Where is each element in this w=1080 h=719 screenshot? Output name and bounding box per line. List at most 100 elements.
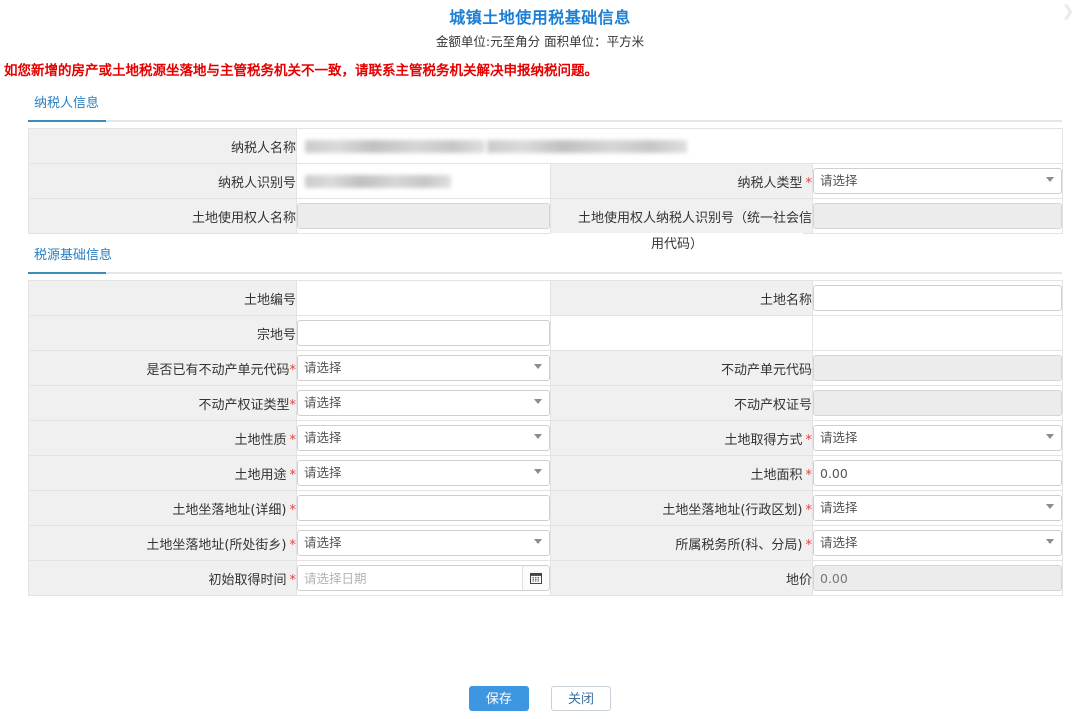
label-text: 不动产单元代码 (721, 363, 812, 378)
label-text: 土地编号 (244, 293, 296, 308)
label-text: 土地名称 (760, 293, 812, 308)
table-row: 初始取得时间* 地价 (29, 561, 1063, 596)
table-row: 不动产权证类型*请选择 不动产权证号 (29, 386, 1063, 421)
label-taxpayer-name: 纳税人名称 (29, 129, 297, 164)
label-地价: 地价 (551, 561, 813, 596)
label-不动产权证类型: 不动产权证类型* (29, 386, 297, 421)
label-text: 土地使用权人名称 (192, 211, 296, 226)
table-row: 土地编号 土地名称 (29, 281, 1063, 316)
taxpayer-info-table: 纳税人名称 纳税人识别号 纳税人类型* 请选择 (28, 128, 1063, 234)
required-asterisk: * (803, 538, 813, 553)
cell-不动产单元代码 (813, 351, 1063, 386)
table-row: 土地坐落地址(所处街乡)*请选择所属税务所(科、分局)*请选择 (29, 526, 1063, 561)
label-土地用途: 土地用途* (29, 456, 297, 491)
required-asterisk: * (287, 503, 297, 518)
select-土地用途[interactable]: 请选择 (297, 460, 550, 486)
tab-underline (28, 272, 1062, 274)
table-row: 土地用途*请选择土地面积* (29, 456, 1063, 491)
cell-宗地号 (297, 316, 551, 351)
select-土地取得方式[interactable]: 请选择 (813, 425, 1062, 451)
input-地价 (813, 565, 1062, 591)
input-初始取得时间[interactable] (297, 565, 522, 591)
label-land-user-tin: 土地使用权人纳税人识别号（统一社会信 用代码） (551, 199, 813, 234)
label-text: 土地使用权人纳税人识别号（统一社会信 (578, 211, 812, 226)
footer-actions: 保存 关闭 (0, 686, 1080, 711)
required-asterisk: * (290, 363, 297, 378)
label-土地坐落地址行政区划: 土地坐落地址(行政区划)* (551, 491, 813, 526)
source-info-table: 土地编号土地名称宗地号是否已有不动产单元代码*请选择不动产单元代码不动产权证类型… (28, 280, 1063, 596)
label-土地编号: 土地编号 (29, 281, 297, 316)
value-taxpayer-id (297, 164, 551, 199)
value-taxpayer-name (297, 129, 1063, 164)
label-land-user-name: 土地使用权人名称 (29, 199, 297, 234)
cell-land-user-name (297, 199, 551, 234)
label-不动产单元代码: 不动产单元代码 (551, 351, 813, 386)
required-asterisk: * (287, 433, 297, 448)
label-text: 土地取得方式 (724, 433, 802, 448)
select-taxpayer-type[interactable]: 请选择 (813, 168, 1062, 194)
cell-初始取得时间 (297, 561, 551, 596)
label-text: 初始取得时间 (208, 573, 286, 588)
page-header: 城镇土地使用税基础信息 金额单位:元至角分 面积单位：平方米 (0, 0, 1080, 52)
tab-source-info[interactable]: 税源基础信息 (28, 246, 122, 270)
tab-underline-active (28, 120, 106, 122)
required-asterisk: * (287, 573, 297, 588)
label-text: 土地性质 (234, 433, 286, 448)
calendar-glyph (530, 572, 542, 584)
label-text: 不动产权证号 (734, 398, 812, 413)
input-不动产权证号 (813, 390, 1062, 416)
save-button[interactable]: 保存 (469, 686, 529, 711)
cell-不动产权证号 (813, 386, 1063, 421)
label-text: 土地坐落地址(所处街乡) (146, 538, 286, 553)
select-土地坐落地址行政区划[interactable]: 请选择 (813, 495, 1062, 521)
label-text: 土地面积 (750, 468, 802, 483)
label-宗地号: 宗地号 (29, 316, 297, 351)
select-所属税务所科分局[interactable]: 请选择 (813, 530, 1062, 556)
label-土地坐落地址所处街乡: 土地坐落地址(所处街乡)* (29, 526, 297, 561)
required-asterisk: * (290, 398, 297, 413)
label-text: 土地坐落地址(详细) (172, 503, 286, 518)
required-asterisk: * (803, 176, 813, 191)
chevron-right-icon[interactable]: ❯ (1060, 3, 1076, 19)
select-土地性质[interactable]: 请选择 (297, 425, 550, 451)
input-土地面积[interactable] (813, 460, 1062, 486)
tab-strip-taxpayer: 纳税人信息 (28, 94, 1062, 122)
cell-empty (813, 316, 1063, 351)
select-不动产权证类型[interactable]: 请选择 (297, 390, 550, 416)
cell-所属税务所科分局: 请选择 (813, 526, 1063, 561)
calendar-icon[interactable] (522, 565, 550, 591)
label-text: 所属税务所(科、分局) (675, 538, 802, 553)
redacted-value (305, 140, 485, 153)
input-土地坐落地址详细[interactable] (297, 495, 550, 521)
cell-土地坐落地址行政区划: 请选择 (813, 491, 1063, 526)
table-row: 土地使用权人名称 土地使用权人纳税人识别号（统一社会信 用代码） (29, 199, 1063, 234)
close-button[interactable]: 关闭 (551, 686, 611, 711)
cell-地价 (813, 561, 1063, 596)
cell-土地编号 (297, 281, 551, 316)
cell-土地面积 (813, 456, 1063, 491)
cell-taxpayer-type: 请选择 (813, 164, 1063, 199)
tab-taxpayer-info[interactable]: 纳税人信息 (28, 94, 109, 118)
required-asterisk: * (803, 503, 813, 518)
select-土地坐落地址所处街乡[interactable]: 请选择 (297, 530, 550, 556)
label-text: 纳税人识别号 (218, 176, 296, 191)
label-所属税务所科分局: 所属税务所(科、分局)* (551, 526, 813, 561)
label-text: 纳税人类型 (737, 176, 802, 191)
redacted-value (305, 175, 451, 188)
label-text: 纳税人名称 (231, 141, 296, 156)
table-row: 宗地号 (29, 316, 1063, 351)
input-宗地号[interactable] (297, 320, 550, 346)
tab-underline (28, 120, 1062, 122)
input-land-user-name (297, 203, 550, 229)
table-row: 土地性质*请选择土地取得方式*请选择 (29, 421, 1063, 456)
input-land-user-tin (813, 203, 1062, 229)
input-土地名称[interactable] (813, 285, 1062, 311)
required-asterisk: * (287, 538, 297, 553)
table-row: 土地坐落地址(详细)*土地坐落地址(行政区划)*请选择 (29, 491, 1063, 526)
cell-不动产权证类型: 请选择 (297, 386, 551, 421)
cell-土地用途: 请选择 (297, 456, 551, 491)
warning-message: 如您新增的房产或土地税源坐落地与主管税务机关不一致，请联系主管税务机关解决申报纳… (0, 52, 1080, 86)
cell-土地坐落地址所处街乡: 请选择 (297, 526, 551, 561)
label-不动产权证号: 不动产权证号 (551, 386, 813, 421)
select-是否已有不动产单元代码[interactable]: 请选择 (297, 355, 550, 381)
